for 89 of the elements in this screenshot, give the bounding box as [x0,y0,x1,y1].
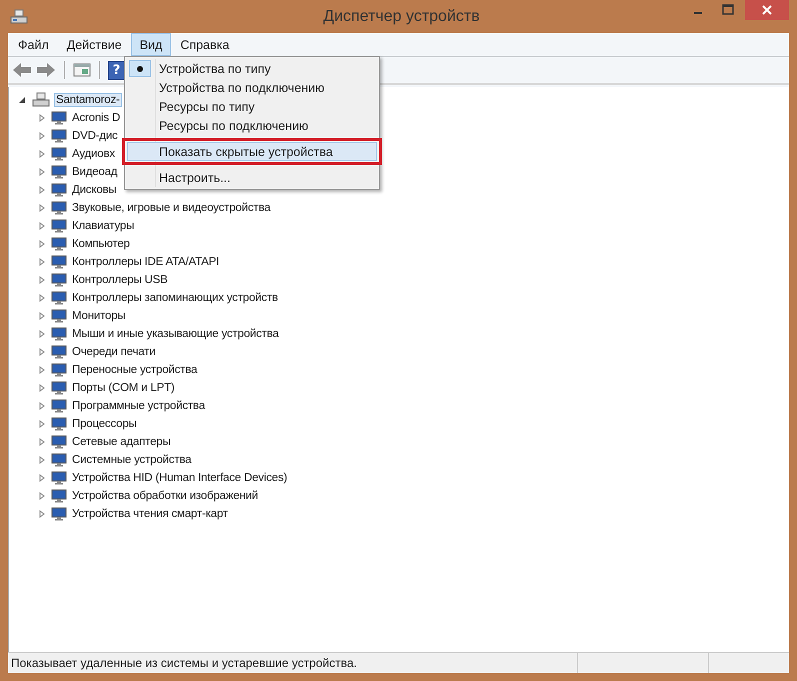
tree-item[interactable]: Сетевые адаптеры [70,435,173,449]
device-icon [51,273,67,287]
device-icon [51,147,67,161]
tree-item[interactable]: Контроллеры IDE ATA/ATAPI [70,255,222,269]
tree-item[interactable]: Очереди печати [70,345,158,359]
tree-item[interactable]: Santamoroz- [54,93,122,107]
collapsed-arrow-icon[interactable] [38,384,46,392]
tree-item[interactable]: Аудиовх [70,147,117,161]
tree-item[interactable]: Устройства HID (Human Interface Devices) [70,471,290,485]
collapsed-arrow-icon[interactable] [38,492,46,500]
tree-item[interactable]: Переносные устройства [70,363,200,377]
menu-option[interactable]: Устройства по типу [127,59,377,78]
menu-item[interactable]: Файл [9,33,58,56]
window-title: Диспетчер устройств [322,8,481,26]
tree-item[interactable]: Контроллеры USB [70,273,170,287]
tree-item[interactable]: Устройства обработки изображений [70,489,260,503]
menu-option[interactable]: Ресурсы по типу [127,97,377,116]
tree-item[interactable]: Мыши и иные указывающие устройства [70,327,281,341]
collapsed-arrow-icon[interactable] [38,204,46,212]
device-icon [51,453,67,467]
tree-item[interactable]: Компьютер [70,237,132,251]
menu-option[interactable]: Настроить... [127,168,377,187]
properties-icon[interactable] [73,62,91,78]
tree-item[interactable]: Видеоад [70,165,120,179]
device-icon [51,183,67,197]
device-icon [51,309,67,323]
device-icon [51,327,67,341]
computer-icon [10,8,28,24]
device-icon [51,471,67,485]
device-icon [51,435,67,449]
device-icon [51,291,67,305]
collapsed-arrow-icon[interactable] [38,114,46,122]
tree-item[interactable]: Acronis D [70,111,122,125]
tree-item[interactable]: Программные устройства [70,399,207,413]
collapsed-arrow-icon[interactable] [38,366,46,374]
device-icon [51,165,67,179]
device-icon [51,219,67,233]
tree-item[interactable]: Мониторы [70,309,128,323]
device-icon [51,399,67,413]
device-icon [51,111,67,125]
collapsed-arrow-icon[interactable] [38,276,46,284]
expanded-arrow-icon[interactable] [18,96,26,104]
collapsed-arrow-icon[interactable] [38,402,46,410]
tree-item[interactable]: DVD-дис [70,129,120,143]
tree-item[interactable]: Контроллеры запоминающих устройств [70,291,280,305]
collapsed-arrow-icon[interactable] [38,348,46,356]
close-icon[interactable] [745,0,789,20]
menu-option[interactable]: Устройства по подключению [127,78,377,97]
device-icon [51,237,67,251]
collapsed-arrow-icon[interactable] [38,420,46,428]
device-icon [51,417,67,431]
collapsed-arrow-icon[interactable] [38,456,46,464]
tree-item[interactable]: Процессоры [70,417,139,431]
device-icon [51,255,67,269]
device-icon [51,489,67,503]
collapsed-arrow-icon[interactable] [38,150,46,158]
help-icon[interactable]: ? [108,60,125,80]
tree-item[interactable]: Устройства чтения смарт-карт [70,507,230,521]
device-icon [51,507,67,521]
tree-item[interactable]: Звуковые, игровые и видеоустройства [70,201,272,215]
collapsed-arrow-icon[interactable] [38,330,46,338]
collapsed-arrow-icon[interactable] [38,474,46,482]
tree-item[interactable]: Клавиатуры [70,219,136,233]
menu-item[interactable]: Действие [58,33,131,56]
tree-item[interactable]: Порты (COM и LPT) [70,381,177,395]
collapsed-arrow-icon[interactable] [38,294,46,302]
menu-option[interactable]: Ресурсы по подключению [127,116,377,135]
computer-icon [32,92,50,108]
collapsed-arrow-icon[interactable] [38,438,46,446]
device-icon [51,201,67,215]
back-arrow-icon[interactable] [12,62,32,78]
collapsed-arrow-icon[interactable] [38,510,46,518]
collapsed-arrow-icon[interactable] [38,312,46,320]
menu-item[interactable]: Вид [130,33,172,56]
collapsed-arrow-icon[interactable] [38,258,46,266]
forward-arrow-icon[interactable] [36,62,56,78]
device-icon [51,381,67,395]
status-text: Показывает удаленные из системы и устаревшие устройства. [10,656,358,670]
device-icon [51,345,67,359]
device-icon [51,129,67,143]
tree-item[interactable]: Системные устройства [70,453,194,467]
tree-item[interactable]: Дисковы [70,183,118,197]
collapsed-arrow-icon[interactable] [38,240,46,248]
collapsed-arrow-icon[interactable] [38,186,46,194]
collapsed-arrow-icon[interactable] [38,168,46,176]
collapsed-arrow-icon[interactable] [38,132,46,140]
device-icon [51,363,67,377]
collapsed-arrow-icon[interactable] [38,222,46,230]
menu-item[interactable]: Справка [171,33,238,56]
